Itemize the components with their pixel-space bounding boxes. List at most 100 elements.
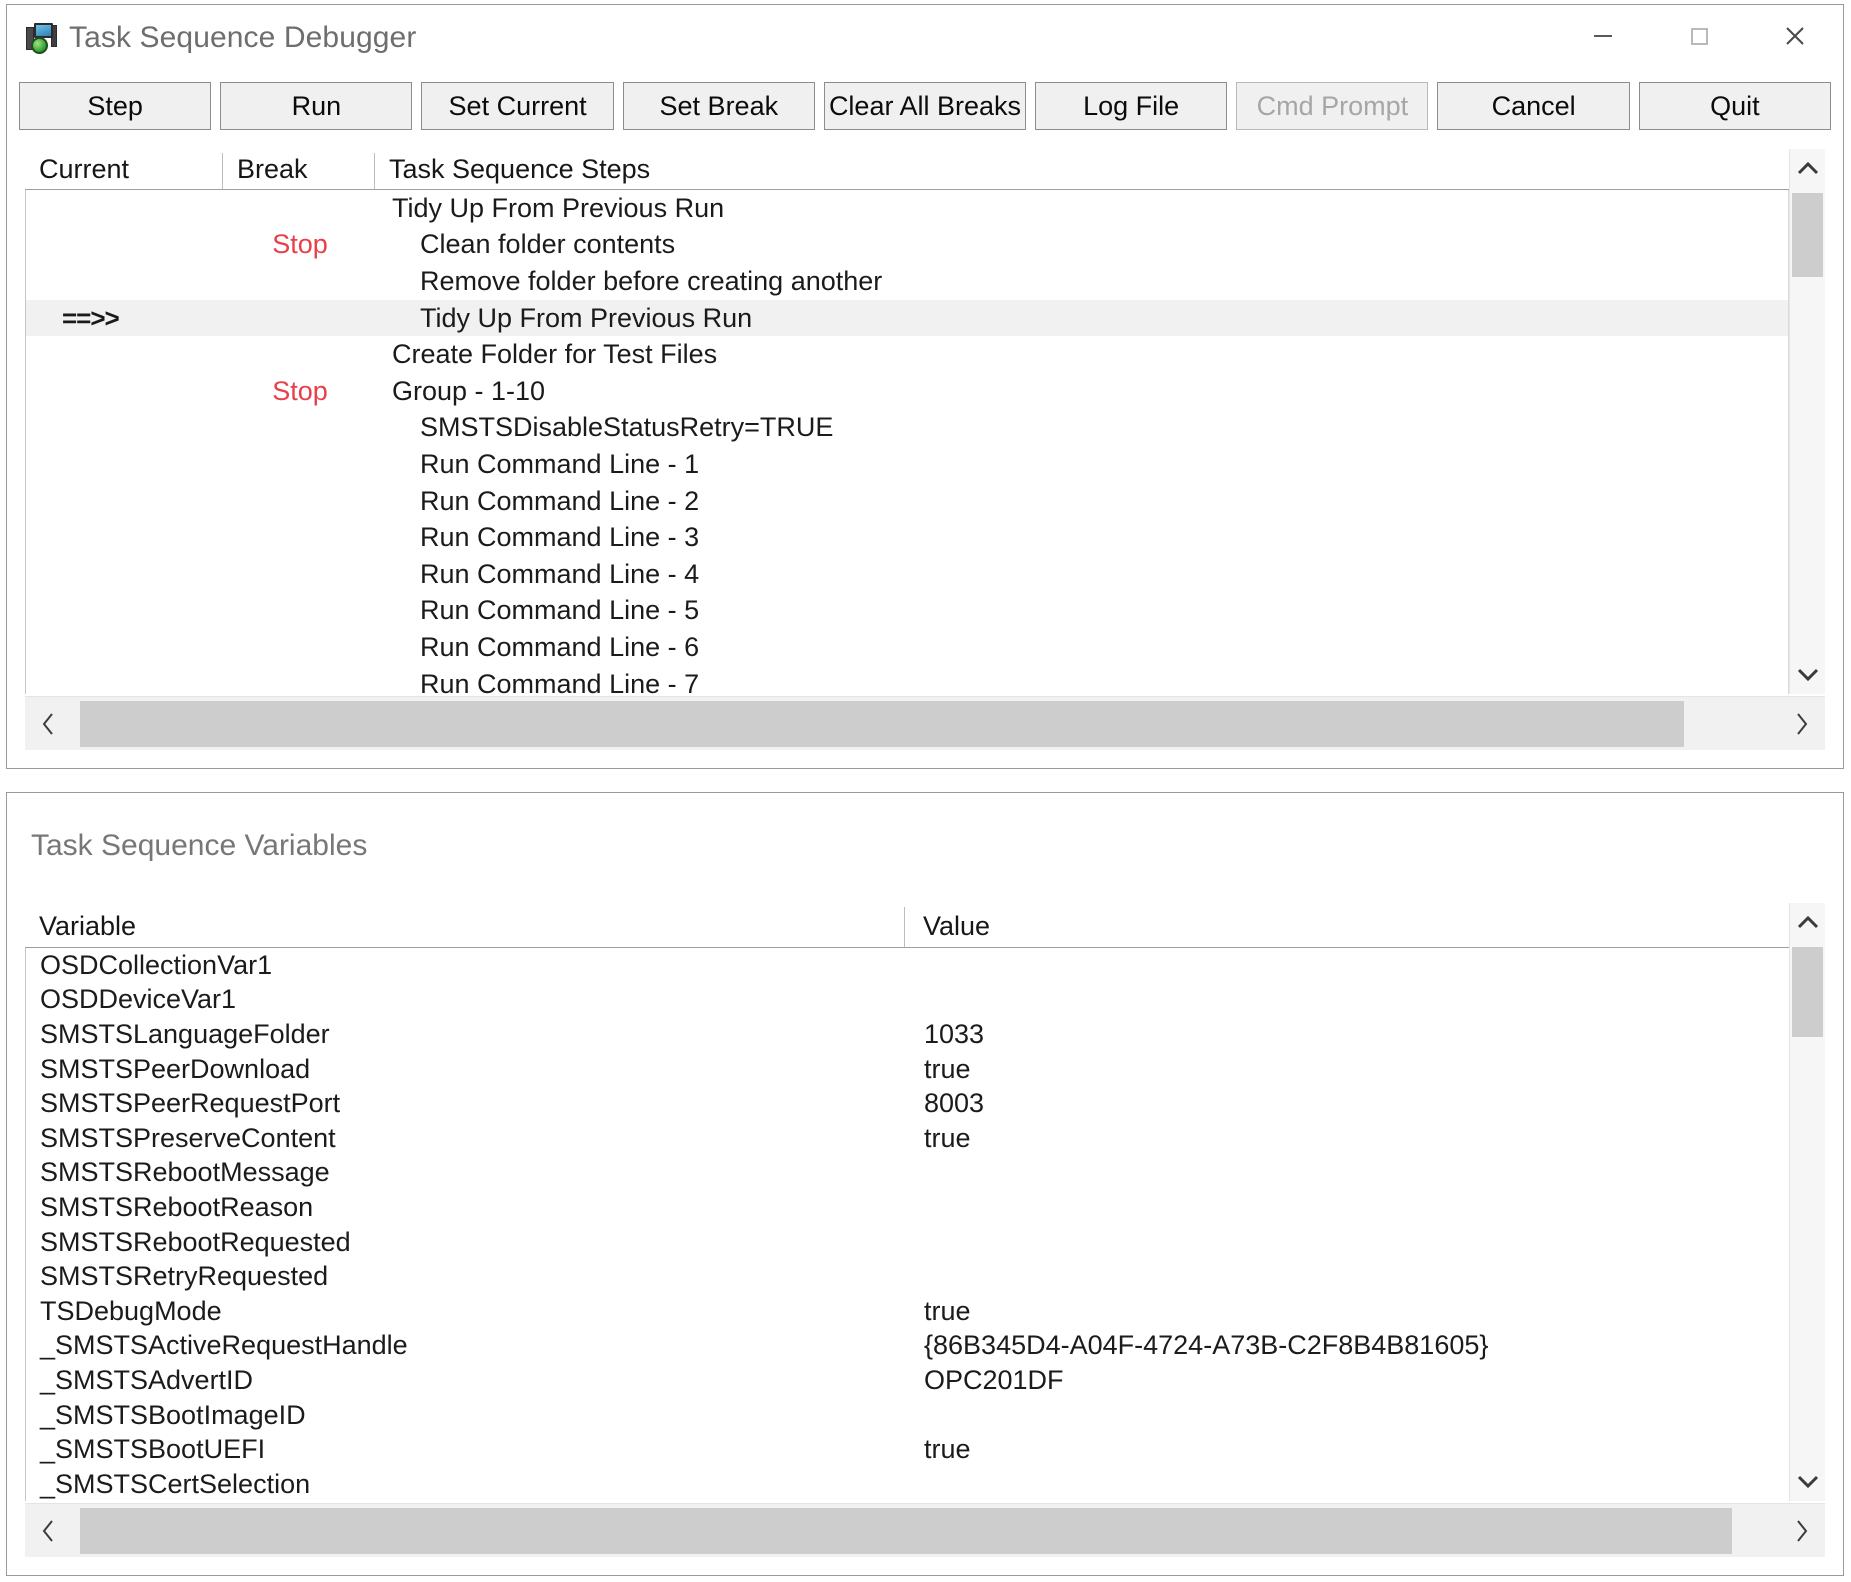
steps-horizontal-scrollbar[interactable] (25, 696, 1825, 750)
steps-vscroll-thumb[interactable] (1792, 193, 1823, 277)
cancel-button[interactable]: Cancel (1437, 82, 1629, 130)
step-row[interactable]: SMSTSDisableStatusRetry=TRUE (26, 410, 1788, 447)
step-label: Run Command Line - 1 (376, 449, 1788, 480)
chevron-down-icon[interactable] (1790, 1461, 1825, 1501)
step-button[interactable]: Step (19, 82, 211, 130)
chevron-up-icon[interactable] (1790, 903, 1825, 943)
column-header-current[interactable]: Current (25, 153, 223, 189)
step-label: Group - 1-10 (376, 376, 1788, 407)
titlebar: Task Sequence Debugger (7, 5, 1843, 71)
variables-list[interactable]: OSDCollectionVar1OSDDeviceVar1SMSTSLangu… (25, 948, 1789, 1501)
step-label: Create Folder for Test Files (376, 339, 1788, 370)
column-header-break[interactable]: Break (223, 153, 375, 189)
variable-row[interactable]: _SMSTSActiveRequestHandle{86B345D4-A04F-… (26, 1329, 1789, 1364)
variable-row[interactable]: SMSTSPreserveContenttrue (26, 1121, 1789, 1156)
step-label: Run Command Line - 4 (376, 559, 1788, 590)
variable-name: SMSTSLanguageFolder (26, 1019, 906, 1050)
step-label: Tidy Up From Previous Run (376, 193, 1788, 224)
step-row[interactable]: Create Folder for Test Files (26, 336, 1788, 373)
toolbar: StepRunSet CurrentSet BreakClear All Bre… (7, 71, 1843, 141)
step-row[interactable]: StopGroup - 1-10 (26, 373, 1788, 410)
variable-value: 1033 (906, 1019, 1789, 1050)
variable-row[interactable]: SMSTSPeerRequestPort8003 (26, 1086, 1789, 1121)
run-button[interactable]: Run (220, 82, 412, 130)
variable-row[interactable]: _SMSTSCertSelection (26, 1467, 1789, 1501)
quit-button[interactable]: Quit (1639, 82, 1831, 130)
variables-vertical-scrollbar[interactable] (1789, 903, 1825, 1501)
variable-row[interactable]: SMSTSRebootMessage (26, 1156, 1789, 1191)
minimize-button[interactable] (1555, 5, 1651, 67)
variable-name: OSDDeviceVar1 (26, 984, 906, 1015)
variable-name: SMSTSPreserveContent (26, 1123, 906, 1154)
variable-name: SMSTSRebootMessage (26, 1157, 906, 1188)
variable-name: SMSTSRetryRequested (26, 1261, 906, 1292)
variable-row[interactable]: SMSTSRetryRequested (26, 1259, 1789, 1294)
clear-all-breaks-button[interactable]: Clear All Breaks (824, 82, 1026, 130)
maximize-button[interactable] (1651, 5, 1747, 67)
variable-row[interactable]: _SMSTSBootUEFItrue (26, 1432, 1789, 1467)
variable-name: SMSTSRebootRequested (26, 1227, 906, 1258)
chevron-right-icon[interactable] (1777, 1504, 1825, 1558)
variables-hscroll-thumb[interactable] (80, 1508, 1732, 1554)
set-break-button[interactable]: Set Break (623, 82, 815, 130)
step-row[interactable]: ==>>Tidy Up From Previous Run (26, 300, 1788, 337)
chevron-right-icon[interactable] (1777, 697, 1825, 751)
task-sequence-debugger-icon (25, 21, 59, 55)
step-label: Run Command Line - 5 (376, 595, 1788, 626)
variable-row[interactable]: TSDebugModetrue (26, 1294, 1789, 1329)
chevron-up-icon[interactable] (1790, 149, 1825, 189)
step-row[interactable]: Tidy Up From Previous Run (26, 190, 1788, 227)
variables-panel-title: Task Sequence Variables (31, 829, 367, 863)
set-current-button[interactable]: Set Current (421, 82, 613, 130)
variable-name: SMSTSPeerDownload (26, 1054, 906, 1085)
step-label: Remove folder before creating another (376, 266, 1788, 297)
close-button[interactable] (1747, 5, 1843, 67)
step-break-marker: Stop (224, 376, 376, 407)
variable-name: OSDCollectionVar1 (26, 950, 906, 981)
step-row[interactable]: Run Command Line - 2 (26, 483, 1788, 520)
window-title: Task Sequence Debugger (69, 21, 416, 55)
step-row[interactable]: Run Command Line - 7 (26, 666, 1788, 694)
variable-row[interactable]: OSDCollectionVar1 (26, 948, 1789, 983)
variable-row[interactable]: _SMSTSBootImageID (26, 1398, 1789, 1433)
column-header-value[interactable]: Value (905, 907, 1825, 947)
variable-row[interactable]: SMSTSRebootRequested (26, 1225, 1789, 1260)
variable-row[interactable]: SMSTSRebootReason (26, 1190, 1789, 1225)
column-header-variable[interactable]: Variable (25, 907, 905, 947)
steps-hscroll-thumb[interactable] (80, 701, 1684, 747)
variable-value: true (906, 1434, 1789, 1465)
step-row[interactable]: Run Command Line - 5 (26, 593, 1788, 630)
variable-name: _SMSTSBootUEFI (26, 1434, 906, 1465)
variable-row[interactable]: SMSTSLanguageFolder1033 (26, 1017, 1789, 1052)
step-label: Clean folder contents (376, 229, 1788, 260)
step-row[interactable]: Run Command Line - 4 (26, 556, 1788, 593)
chevron-down-icon[interactable] (1790, 654, 1825, 694)
cmd-prompt-button: Cmd Prompt (1236, 82, 1428, 130)
step-row[interactable]: Run Command Line - 3 (26, 519, 1788, 556)
step-row[interactable]: StopClean folder contents (26, 227, 1788, 264)
variables-horizontal-scrollbar[interactable] (25, 1503, 1825, 1557)
chevron-left-icon[interactable] (25, 697, 73, 751)
steps-list[interactable]: Tidy Up From Previous RunStopClean folde… (25, 190, 1789, 694)
variable-row[interactable]: OSDDeviceVar1 (26, 983, 1789, 1018)
task-sequence-debugger-window: Task Sequence Debugger StepRunSet Curren… (6, 4, 1844, 769)
variable-row[interactable]: SMSTSPeerDownloadtrue (26, 1052, 1789, 1087)
steps-column-headers: Current Break Task Sequence Steps (25, 149, 1825, 190)
step-row[interactable]: Run Command Line - 6 (26, 629, 1788, 666)
variables-panel: Variable Value OSDCollectionVar1OSDDevic… (25, 903, 1825, 1557)
step-label: Tidy Up From Previous Run (376, 303, 1788, 334)
step-row[interactable]: Remove folder before creating another (26, 263, 1788, 300)
chevron-left-icon[interactable] (25, 1504, 73, 1558)
variables-vscroll-thumb[interactable] (1792, 947, 1823, 1037)
column-header-task-sequence-steps[interactable]: Task Sequence Steps (375, 153, 1825, 189)
variable-value: true (906, 1296, 1789, 1327)
step-label: Run Command Line - 7 (376, 669, 1788, 694)
variable-name: _SMSTSCertSelection (26, 1469, 906, 1500)
log-file-button[interactable]: Log File (1035, 82, 1227, 130)
variable-name: TSDebugMode (26, 1296, 906, 1327)
steps-vertical-scrollbar[interactable] (1789, 149, 1825, 694)
variable-name: _SMSTSAdvertID (26, 1365, 906, 1396)
variable-row[interactable]: _SMSTSAdvertIDOPC201DF (26, 1363, 1789, 1398)
step-row[interactable]: Run Command Line - 1 (26, 446, 1788, 483)
variable-value: 8003 (906, 1088, 1789, 1119)
